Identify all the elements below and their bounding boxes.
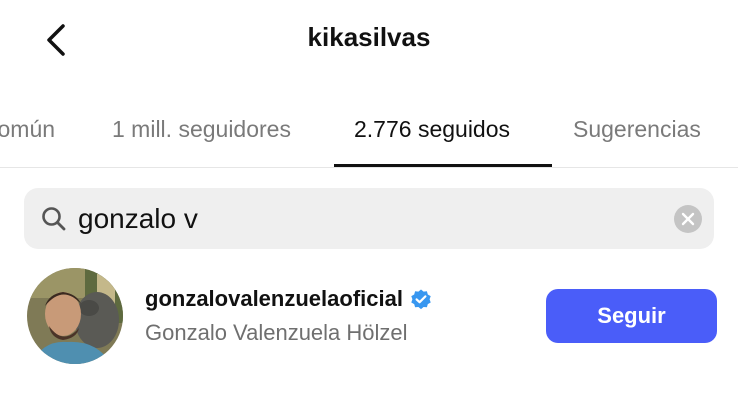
clear-icon (681, 212, 695, 226)
follow-button[interactable]: Seguir (546, 289, 717, 343)
list-item[interactable]: gonzalovalenzuelaoficial Gonzalo Valenzu… (0, 264, 738, 368)
top-bar: kikasilvas (0, 0, 738, 80)
clear-search-button[interactable] (674, 205, 702, 233)
search-icon (42, 207, 66, 231)
avatar[interactable] (27, 268, 123, 364)
active-tab-indicator (334, 164, 552, 167)
tab-mutual[interactable]: común (0, 116, 55, 143)
username-line: gonzalovalenzuelaoficial (145, 286, 433, 312)
verified-badge-icon (411, 289, 431, 310)
result-username[interactable]: gonzalovalenzuelaoficial (145, 286, 403, 312)
tab-following[interactable]: 2.776 seguidos (354, 116, 510, 143)
tab-followers[interactable]: 1 mill. seguidores (112, 116, 291, 143)
search-input[interactable] (78, 196, 638, 242)
result-full-name: Gonzalo Valenzuela Hölzel (145, 320, 408, 345)
tab-suggestions[interactable]: Sugerencias (573, 116, 701, 143)
follow-tabs: común 1 mill. seguidores 2.776 seguidos … (0, 98, 738, 168)
avatar-photo (27, 268, 123, 364)
search-bar[interactable] (24, 188, 714, 249)
profile-username-title: kikasilvas (307, 22, 431, 52)
